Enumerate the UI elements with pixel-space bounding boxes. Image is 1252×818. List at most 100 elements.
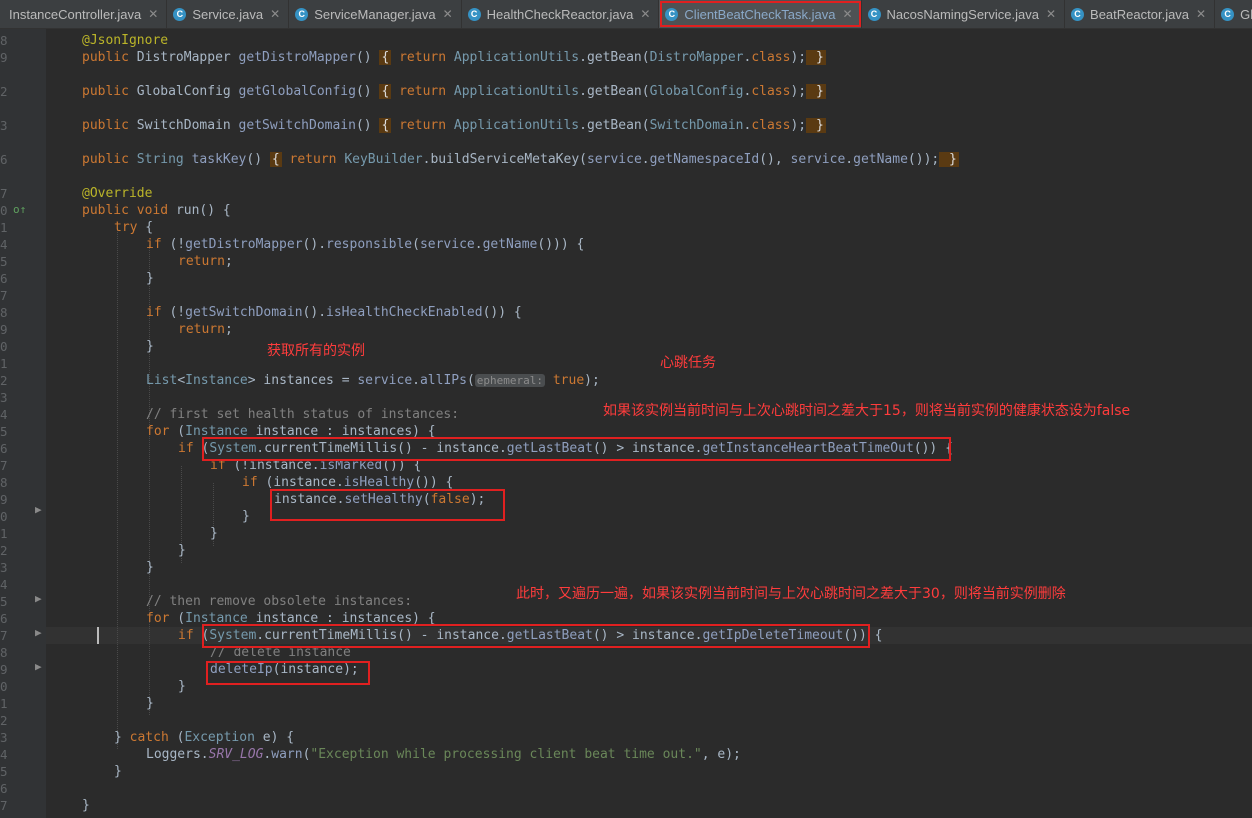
tab-label: Service.java bbox=[192, 6, 264, 22]
keyword: for bbox=[146, 424, 170, 439]
close-icon[interactable]: ✕ bbox=[842, 7, 852, 21]
code-line: public DistroMapper getDistroMapper() { … bbox=[82, 50, 826, 65]
type: ApplicationUtils bbox=[453, 84, 580, 99]
code-line: public SwitchDomain getSwitchDomain() { … bbox=[82, 118, 826, 133]
tab-instance-controller[interactable]: InstanceController.java ✕ bbox=[0, 0, 168, 28]
method-call: getDistroMapper bbox=[185, 237, 303, 252]
variable: e bbox=[262, 730, 271, 745]
code-line: Loggers.SRV_LOG.warn("Exception while pr… bbox=[146, 747, 741, 762]
brace: { bbox=[379, 118, 392, 133]
method-call: getBean bbox=[586, 118, 642, 133]
code-line: } bbox=[114, 764, 122, 779]
tab-global[interactable]: C Global bbox=[1215, 0, 1252, 28]
brace: } bbox=[806, 50, 826, 65]
keyword: return bbox=[399, 50, 447, 65]
tab-label: ServiceManager.java bbox=[314, 6, 436, 22]
method-name: taskKey bbox=[191, 152, 247, 167]
field: service bbox=[419, 237, 475, 252]
type: SwitchDomain bbox=[136, 118, 231, 133]
brace: { bbox=[379, 50, 392, 65]
tab-nacos-naming-service[interactable]: C NacosNamingService.java ✕ bbox=[862, 0, 1066, 28]
method-call: warn bbox=[271, 747, 303, 762]
code-editor[interactable]: @JsonIgnore public DistroMapper getDistr… bbox=[0, 29, 1252, 818]
variable: instance bbox=[273, 475, 336, 490]
code-line: } bbox=[178, 679, 186, 694]
brace: } bbox=[806, 118, 826, 133]
highlight-box-heartbeat-check bbox=[202, 437, 951, 461]
tab-label: NacosNamingService.java bbox=[886, 6, 1039, 22]
close-icon[interactable]: ✕ bbox=[1196, 7, 1206, 21]
type: ApplicationUtils bbox=[453, 118, 580, 133]
java-class-icon: C bbox=[467, 7, 481, 21]
tab-label: BeatReactor.java bbox=[1090, 6, 1190, 22]
keyword: public bbox=[82, 50, 129, 65]
code-line: } bbox=[146, 339, 154, 354]
code-line: } bbox=[146, 696, 154, 711]
keyword: return bbox=[178, 322, 225, 337]
code-line: try { bbox=[114, 220, 154, 235]
tab-label: InstanceController.java bbox=[9, 6, 142, 22]
code-line: List<Instance> instances = service.allIP… bbox=[146, 373, 600, 388]
tab-health-check-reactor[interactable]: C HealthCheckReactor.java ✕ bbox=[462, 0, 660, 28]
tab-service-manager[interactable]: C ServiceManager.java ✕ bbox=[289, 0, 462, 28]
method-call: isHealthy bbox=[343, 475, 415, 490]
code-comment: // first set health status of instances: bbox=[146, 407, 460, 422]
code-line: @Override bbox=[82, 185, 152, 202]
keyword: class bbox=[751, 50, 791, 65]
code-line: @JsonIgnore bbox=[82, 32, 168, 49]
method-call: responsible bbox=[326, 237, 413, 252]
tab-service[interactable]: C Service.java ✕ bbox=[167, 0, 290, 28]
editor-tab-bar: InstanceController.java ✕ C Service.java… bbox=[0, 0, 1252, 29]
tab-client-beat-check-task[interactable]: C ClientBeatCheckTask.java ✕ bbox=[659, 0, 862, 28]
method-call: getSwitchDomain bbox=[185, 305, 303, 320]
keyword: class bbox=[751, 118, 791, 133]
note-heartbeat-task: 心跳任务 bbox=[660, 355, 716, 371]
type: Exception bbox=[184, 730, 255, 745]
java-class-icon: C bbox=[295, 7, 309, 21]
code-line: } bbox=[146, 271, 154, 286]
keyword: if bbox=[146, 305, 162, 320]
method-call: isHealthCheckEnabled bbox=[326, 305, 483, 320]
type: SwitchDomain bbox=[649, 118, 744, 133]
close-icon[interactable]: ✕ bbox=[443, 7, 453, 21]
keyword: if bbox=[242, 475, 258, 490]
java-class-icon: C bbox=[1071, 7, 1085, 21]
keyword: class bbox=[751, 84, 791, 99]
type: List bbox=[146, 373, 178, 388]
parameter-hint: ephemeral: bbox=[474, 374, 546, 387]
code-line: } bbox=[210, 526, 218, 541]
code-line: if (!getDistroMapper().responsible(servi… bbox=[146, 237, 585, 252]
code-line: public GlobalConfig getGlobalConfig() { … bbox=[82, 84, 826, 99]
code-comment: // then remove obsolete instances: bbox=[146, 594, 413, 609]
text-cursor bbox=[97, 627, 99, 644]
tab-beat-reactor[interactable]: C BeatReactor.java ✕ bbox=[1065, 0, 1216, 28]
keyword: public bbox=[82, 118, 129, 133]
method-call: getName bbox=[853, 152, 908, 167]
tab-label: ClientBeatCheckTask.java bbox=[684, 6, 836, 22]
close-icon[interactable]: ✕ bbox=[148, 7, 158, 21]
method-call: allIPs bbox=[419, 373, 467, 388]
keyword: return bbox=[399, 118, 447, 133]
highlight-box-delete-check bbox=[202, 624, 870, 648]
close-icon[interactable]: ✕ bbox=[1046, 7, 1056, 21]
method-call: getName bbox=[482, 237, 538, 252]
tab-label: HealthCheckReactor.java bbox=[486, 6, 634, 22]
annotation: @JsonIgnore bbox=[82, 33, 169, 48]
java-class-icon: C bbox=[665, 7, 679, 21]
keyword: public bbox=[82, 84, 129, 99]
java-class-icon: C bbox=[173, 7, 187, 21]
highlight-box-delete-ip bbox=[206, 661, 370, 685]
keyword: catch bbox=[129, 730, 169, 745]
keyword: true bbox=[552, 373, 585, 388]
java-class-icon: C bbox=[1221, 7, 1235, 21]
keyword: return bbox=[289, 152, 337, 167]
keyword: return bbox=[178, 254, 225, 269]
close-icon[interactable]: ✕ bbox=[270, 7, 280, 21]
type: KeyBuilder bbox=[344, 152, 423, 167]
indent-guide bbox=[117, 228, 118, 749]
java-class-icon: C bbox=[867, 7, 881, 21]
field: service bbox=[790, 152, 846, 167]
method-call: getBean bbox=[586, 50, 642, 65]
variable: instances bbox=[263, 373, 334, 388]
close-icon[interactable]: ✕ bbox=[640, 7, 650, 21]
